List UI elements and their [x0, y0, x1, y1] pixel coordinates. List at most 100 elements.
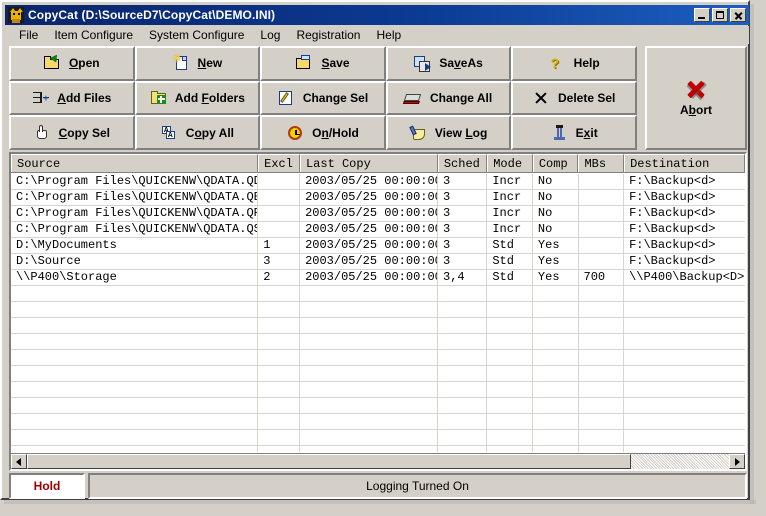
column-header-mode[interactable]: Mode [487, 154, 533, 172]
column-header-mbs[interactable]: MBs [578, 154, 625, 172]
list-body[interactable]: C:\Program Files\QUICKENW\QDATA.QDF 2003/… [11, 174, 745, 452]
on-hold-button[interactable]: On/Hold [260, 115, 386, 150]
cell-destination [624, 430, 745, 445]
table-row-empty[interactable] [11, 382, 745, 398]
menu-item-registration[interactable]: Registration [288, 27, 368, 43]
clock-icon [287, 125, 305, 141]
window-shadow-right [750, 4, 754, 504]
cell-source [11, 382, 259, 397]
column-header-last-copy[interactable]: Last Copy [299, 154, 438, 172]
menu-item-item-configure[interactable]: Item Configure [46, 27, 141, 43]
new-button-label: ew [206, 56, 223, 71]
scroll-right-button[interactable] [729, 454, 745, 469]
table-row-empty[interactable] [11, 430, 745, 446]
column-header-comp[interactable]: Comp [532, 154, 579, 172]
cell-sched: 3 [438, 254, 488, 269]
cell-excl [258, 350, 301, 365]
cell-source [11, 334, 259, 349]
horizontal-scrollbar[interactable] [11, 453, 745, 469]
cell-excl [258, 430, 301, 445]
table-row-empty[interactable] [11, 286, 745, 302]
abort-button[interactable]: Abort [645, 46, 747, 150]
table-row[interactable]: \\P400\Storage 2 2003/05/25 00:00:00 3,4 Std… [11, 270, 745, 286]
window-controls [694, 8, 749, 22]
delete-sel-button[interactable]: Delete Sel [511, 80, 637, 116]
edit-pencil-icon [278, 90, 296, 106]
column-header-sched[interactable]: Sched [437, 154, 488, 172]
cell-sched: 3 [438, 174, 488, 189]
backup-items-list[interactable]: Source Excl Last Copy Sched Mode Comp MBs Desti… [9, 152, 747, 471]
cell-source: C:\Program Files\QUICKENW\QDATA.QSD [11, 222, 259, 237]
cell-excl: 2 [258, 270, 301, 285]
cell-comp [533, 414, 579, 429]
table-row[interactable]: D:\MyDocuments 1 2003/05/25 00:00:00 3 Std Ye… [11, 238, 745, 254]
table-row-empty[interactable] [11, 302, 745, 318]
cell-source: C:\Program Files\QUICKENW\QDATA.QEL [11, 190, 259, 205]
table-row[interactable]: C:\Program Files\QUICKENW\QDATA.QEL 2003/… [11, 190, 745, 206]
cell-last-copy [300, 398, 438, 413]
save-button[interactable]: Save [260, 46, 386, 81]
column-header-destination[interactable]: Destination [624, 154, 745, 172]
cell-mode: Incr [487, 222, 533, 237]
table-row-empty[interactable] [11, 334, 745, 350]
column-header-excl[interactable]: Excl [258, 154, 300, 172]
cell-excl [258, 382, 301, 397]
scroll-left-button[interactable] [11, 454, 27, 469]
cell-excl: 1 [258, 238, 301, 253]
cell-destination: F:\Backup<d> [629, 190, 716, 204]
table-row[interactable]: D:\Source 3 2003/05/25 00:00:00 3 Std Yes F:\B… [11, 254, 745, 270]
cell-mode: Incr [487, 174, 533, 189]
column-header-source[interactable]: Source [11, 154, 259, 172]
menu-item-help[interactable]: Help [368, 27, 409, 43]
hand-pointer-icon [34, 124, 52, 141]
cell-excl [258, 446, 301, 452]
exit-button[interactable]: Exit [511, 115, 637, 150]
menu-item-log[interactable]: Log [252, 27, 288, 43]
table-row-empty[interactable] [11, 446, 745, 452]
save-as-button[interactable]: SaveAs [385, 46, 512, 81]
cell-sched [438, 398, 488, 413]
table-row[interactable]: C:\Program Files\QUICKENW\QDATA.QDF 2003/… [11, 174, 745, 190]
view-log-button[interactable]: View Log [385, 115, 512, 150]
copy-sel-button[interactable]: Copy Sel [9, 115, 135, 150]
table-row-empty[interactable] [11, 318, 745, 334]
cell-mode [487, 318, 533, 333]
add-folders-button[interactable]: Add Folders [134, 80, 261, 116]
table-row-empty[interactable] [11, 350, 745, 366]
table-row[interactable]: C:\Program Files\QUICKENW\QDATA.QPH 2003/… [11, 206, 745, 222]
close-button[interactable] [730, 8, 746, 22]
cell-comp [533, 302, 579, 317]
delete-sel-button-label: Delete Sel [558, 90, 616, 105]
maximize-button[interactable] [712, 8, 728, 22]
cell-last-copy: 2003/05/25 00:00:00 [300, 254, 438, 269]
window-client-area: CopyCat (D:\SourceD7\CopyCat\DEMO.INI) F… [2, 2, 749, 499]
menu-item-system-configure[interactable]: System Configure [141, 27, 252, 43]
help-button[interactable]: ? Help [511, 46, 637, 81]
cell-last-copy: 2003/05/25 00:00:00 [300, 190, 438, 205]
cell-mbs [579, 382, 625, 397]
open-button[interactable]: Open [9, 46, 135, 81]
on-hold-button-label-post: /Hold [328, 125, 359, 140]
table-row-empty[interactable] [11, 414, 745, 430]
add-folders-icon [150, 90, 168, 106]
cell-excl [258, 286, 301, 301]
change-all-button[interactable]: Change All [385, 80, 512, 116]
cell-mbs [579, 222, 625, 237]
add-files-button[interactable]: + Add Files [9, 80, 135, 116]
title-bar[interactable]: CopyCat (D:\SourceD7\CopyCat\DEMO.INI) [5, 5, 749, 25]
application-root: CopyCat (D:\SourceD7\CopyCat\DEMO.INI) F… [0, 0, 766, 516]
cell-mode [487, 430, 533, 445]
table-row-empty[interactable] [11, 366, 745, 382]
menu-item-file[interactable]: File [11, 27, 46, 43]
cell-last-copy: 2003/05/25 00:00:00 [300, 206, 438, 221]
minimize-button[interactable] [694, 8, 710, 22]
change-sel-button[interactable]: Change Sel [260, 80, 386, 116]
table-row-empty[interactable] [11, 398, 745, 414]
table-row[interactable]: C:\Program Files\QUICKENW\QDATA.QSD 2003/… [11, 222, 745, 238]
new-button[interactable]: ✳ New [134, 46, 261, 81]
copy-sel-button-label: opy Sel [67, 125, 110, 140]
scrollbar-track[interactable] [27, 454, 729, 469]
cell-last-copy [300, 446, 438, 452]
copy-all-button[interactable]: AA Copy All [134, 115, 261, 150]
scrollbar-thumb[interactable] [27, 454, 631, 469]
